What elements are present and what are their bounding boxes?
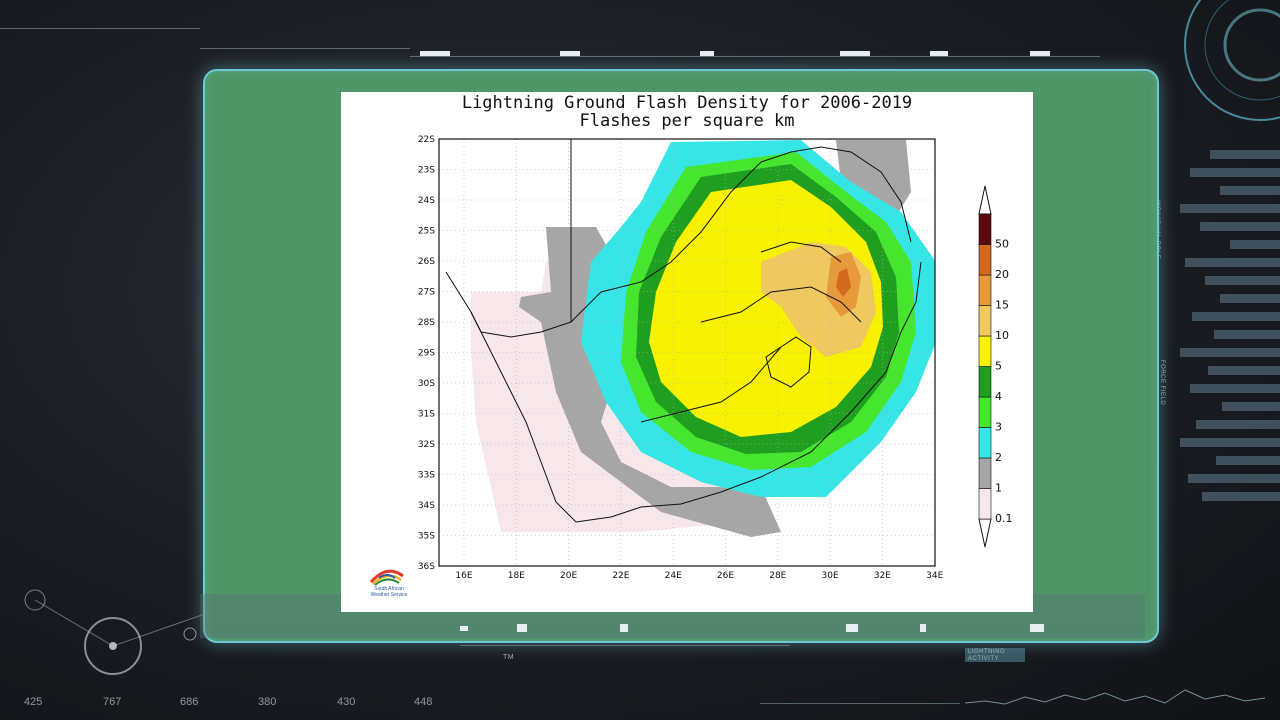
legend-label: 0.1 bbox=[995, 512, 1013, 525]
latitude-label: 35S bbox=[418, 532, 435, 542]
legend-label: 1 bbox=[995, 482, 1002, 495]
hud-tick bbox=[517, 624, 527, 632]
longitude-label: 26E bbox=[717, 571, 734, 581]
legend-label: 15 bbox=[995, 299, 1009, 312]
hud-tick bbox=[700, 51, 714, 56]
legend-label: 10 bbox=[995, 329, 1009, 342]
latitude-label: 28S bbox=[418, 318, 435, 328]
legend-label: 3 bbox=[995, 421, 1002, 434]
legend-label: 5 bbox=[995, 360, 1002, 373]
legend-swatch bbox=[978, 488, 992, 520]
longitude-label: 22E bbox=[612, 571, 629, 581]
latitude-label: 32S bbox=[418, 440, 435, 450]
map-panel: Lightning Ground Flash Density for 2006-… bbox=[341, 92, 1033, 612]
lightning-label: LIGHTNING bbox=[968, 649, 1006, 655]
legend-arrow-top bbox=[978, 185, 992, 215]
hud-line-header bbox=[410, 56, 1100, 57]
latitude-label: 36S bbox=[418, 562, 435, 572]
hud-bottom-line bbox=[460, 645, 790, 646]
side-label-force-field: FORCE FIELD bbox=[1159, 360, 1165, 406]
latitude-label: 34S bbox=[418, 501, 435, 511]
legend-swatch bbox=[978, 274, 992, 306]
latitude-label: 31S bbox=[418, 410, 435, 420]
logo-text: South African Weather Service bbox=[370, 586, 408, 598]
legend-swatch bbox=[978, 366, 992, 398]
hud-tick bbox=[560, 51, 580, 56]
hud-tick bbox=[1030, 51, 1050, 56]
longitude-labels: 16E 18E 20E 22E 24E 26E 28E 30E 32E 34E bbox=[455, 571, 943, 581]
latitude-label: 23S bbox=[418, 166, 435, 176]
longitude-label: 30E bbox=[822, 571, 839, 581]
longitude-label: 28E bbox=[769, 571, 786, 581]
longitude-label: 16E bbox=[455, 571, 472, 581]
latitude-labels: 22S 23S 24S 25S 26S 27S 28S 29S 30S 31S 32S 33S 34S 3… bbox=[418, 135, 435, 572]
activity-label: ACTIVITY bbox=[968, 656, 1000, 662]
hud-line-top bbox=[200, 48, 410, 49]
hud-tick bbox=[1030, 624, 1044, 632]
legend-swatch bbox=[978, 213, 992, 245]
hud-tick bbox=[846, 624, 858, 632]
hud-bottom-line-2 bbox=[760, 703, 960, 704]
density-legend: 0.1 1 2 3 4 5 10 15 20 50 bbox=[978, 185, 1013, 548]
readout-value: 448 bbox=[414, 696, 433, 708]
legend-label: 4 bbox=[995, 390, 1002, 403]
longitude-label: 18E bbox=[508, 571, 525, 581]
latitude-label: 29S bbox=[418, 349, 435, 359]
legend-swatch bbox=[978, 427, 992, 459]
latitude-label: 30S bbox=[418, 379, 435, 389]
longitude-label: 24E bbox=[665, 571, 682, 581]
tm-label: TM bbox=[503, 654, 515, 661]
hud-tick bbox=[460, 626, 468, 631]
logo-swoosh-icon bbox=[369, 569, 404, 586]
density-fields bbox=[471, 140, 935, 537]
legend-label: 20 bbox=[995, 268, 1009, 281]
activity-waveform bbox=[965, 689, 1265, 705]
hud-tick bbox=[420, 51, 450, 56]
legend-swatch bbox=[978, 457, 992, 489]
hud-tick bbox=[620, 624, 628, 632]
lightning-activity-box: LIGHTNING ACTIVITY bbox=[965, 648, 1025, 662]
legend-swatch bbox=[978, 335, 992, 367]
hud-tick bbox=[840, 51, 870, 56]
hud-line-top-left bbox=[0, 28, 200, 29]
latitude-label: 27S bbox=[418, 288, 435, 298]
legend-label: 2 bbox=[995, 451, 1002, 464]
readout-value: 767 bbox=[103, 696, 122, 708]
hud-tick bbox=[920, 624, 926, 632]
legend-swatch bbox=[978, 396, 992, 428]
legend-arrow-bottom bbox=[978, 518, 992, 548]
legend-swatch bbox=[978, 244, 992, 276]
hud-ring-graphic bbox=[1184, 0, 1280, 121]
flash-density-map: 16E 18E 20E 22E 24E 26E 28E 30E 32E 34E 22S 23S 24S… bbox=[418, 135, 1013, 581]
legend-swatch bbox=[978, 305, 992, 337]
longitude-label: 32E bbox=[874, 571, 891, 581]
readout-value: 686 bbox=[180, 696, 199, 708]
readout-value: 380 bbox=[258, 696, 277, 708]
latitude-label: 26S bbox=[418, 257, 435, 267]
legend-label: 50 bbox=[995, 238, 1009, 251]
latitude-label: 25S bbox=[418, 227, 435, 237]
latitude-label: 22S bbox=[418, 135, 435, 145]
hud-tick bbox=[930, 51, 948, 56]
latitude-label: 33S bbox=[418, 471, 435, 481]
latitude-label: 24S bbox=[418, 196, 435, 206]
longitude-label: 20E bbox=[560, 571, 577, 581]
readout-value: 430 bbox=[337, 696, 356, 708]
side-bar-graph bbox=[1170, 150, 1280, 570]
weather-service-logo: South African Weather Service bbox=[365, 562, 409, 598]
readout-value: 425 bbox=[24, 696, 43, 708]
longitude-label: 34E bbox=[926, 571, 943, 581]
